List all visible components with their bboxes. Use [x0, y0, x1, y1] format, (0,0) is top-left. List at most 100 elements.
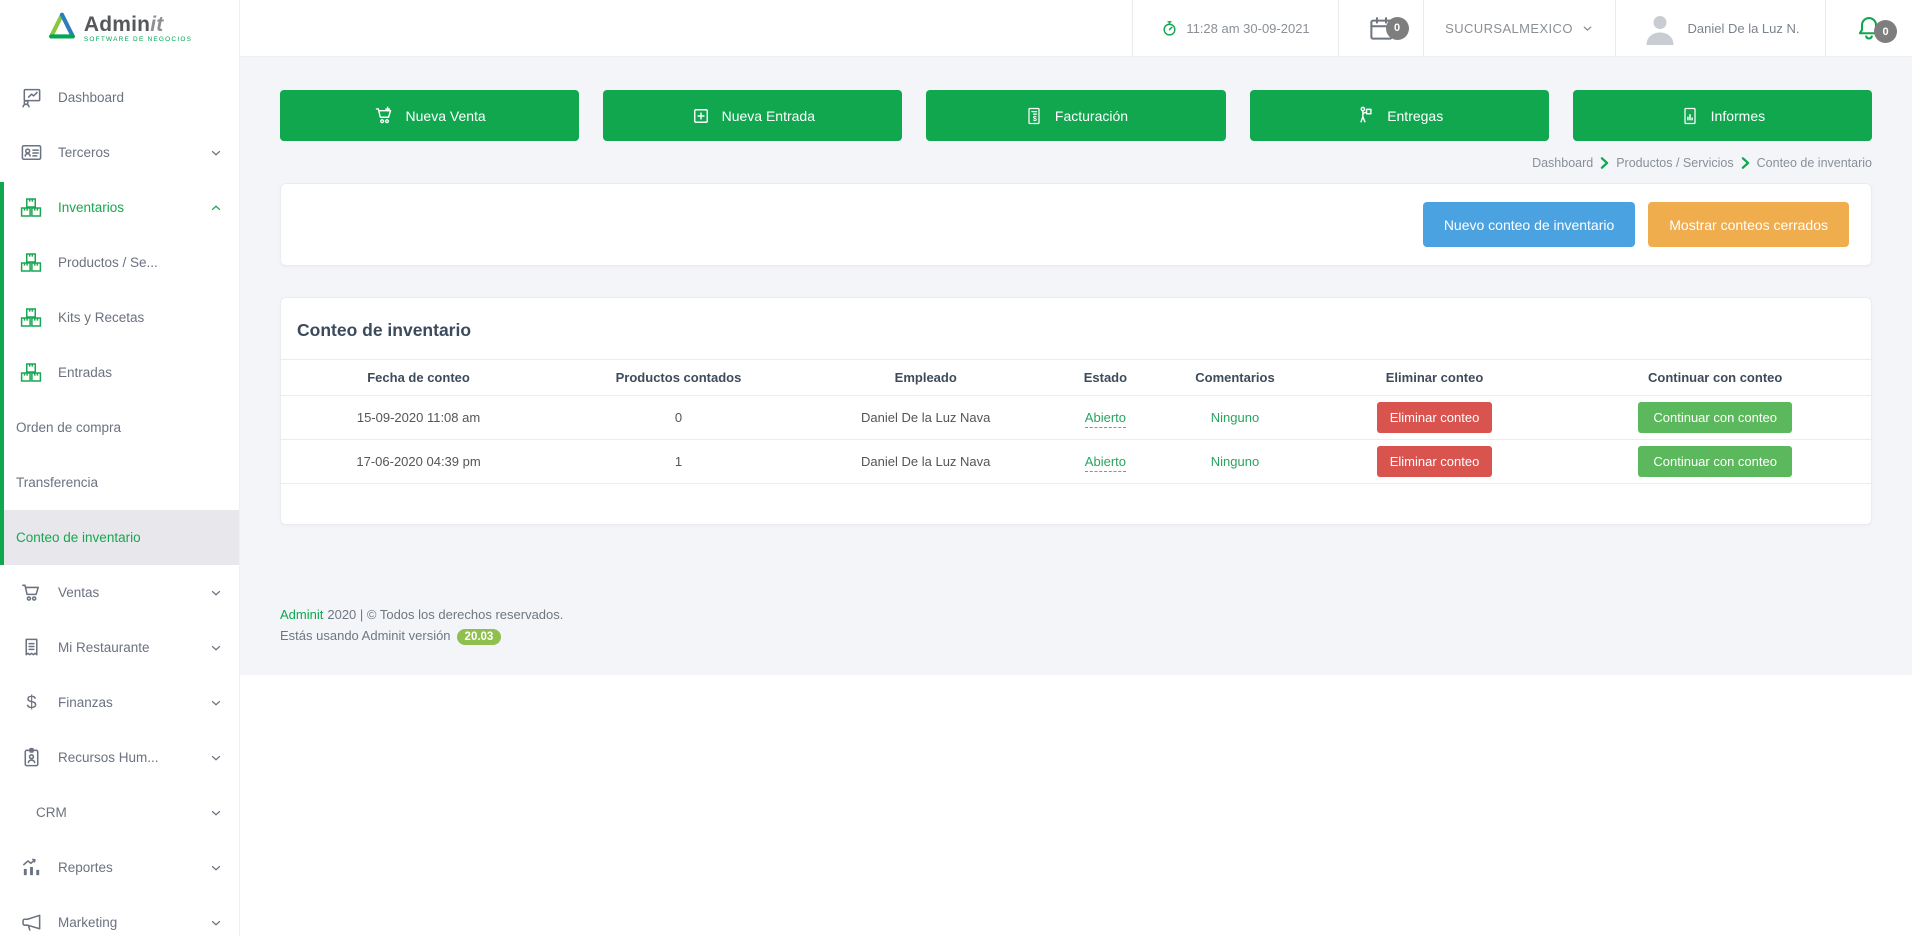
- informes-button[interactable]: Informes: [1573, 90, 1872, 141]
- entregas-button[interactable]: Entregas: [1250, 90, 1549, 141]
- logo-tagline: SOFTWARE DE NEGOCIOS: [84, 37, 192, 44]
- eliminar-conteo-button[interactable]: Eliminar conteo: [1377, 446, 1493, 477]
- footer-brand-link[interactable]: Adminit: [280, 607, 323, 622]
- cell-empleado: Daniel De la Luz Nava: [801, 396, 1051, 440]
- sidebar-item-inventarios[interactable]: Inventarios: [0, 180, 239, 235]
- sidebar-item-label: Mi Restaurante: [58, 640, 150, 655]
- quick-action-label: Entregas: [1387, 108, 1443, 124]
- sidebar-item-marketing[interactable]: Marketing: [0, 895, 239, 950]
- continuar-conteo-button[interactable]: Continuar con conteo: [1638, 446, 1792, 477]
- version-badge: 20.03: [457, 629, 502, 645]
- breadcrumb-chevron-icon: [1600, 157, 1609, 169]
- breadcrumb-chevron-icon: [1741, 157, 1750, 169]
- estado-link[interactable]: Abierto: [1085, 410, 1126, 428]
- id-card-icon: [19, 141, 43, 165]
- boxes-icon: [19, 251, 43, 275]
- sidebar-item-ventas[interactable]: Ventas: [0, 565, 239, 620]
- sidebar-item-dashboard[interactable]: Dashboard: [0, 70, 239, 125]
- chevron-down-icon: [209, 696, 223, 710]
- col-eliminar: Eliminar conteo: [1310, 360, 1560, 396]
- quick-action-label: Nueva Venta: [406, 108, 486, 124]
- id-badge-icon: [19, 746, 43, 770]
- sidebar-item-label: Reportes: [58, 860, 113, 875]
- quick-action-label: Informes: [1711, 108, 1765, 124]
- breadcrumb-conteo-de-inventario[interactable]: Conteo de inventario: [1757, 156, 1872, 170]
- chevron-down-icon: [1581, 22, 1594, 35]
- sidebar-item-productos-servicios[interactable]: Productos / Se...: [0, 235, 239, 290]
- sidebar-item-finanzas[interactable]: $ Finanzas: [0, 675, 239, 730]
- branch-selector[interactable]: SUCURSALMEXICO: [1423, 0, 1615, 56]
- sidebar-item-label: Dashboard: [58, 90, 124, 105]
- app-logo[interactable]: Adminit SOFTWARE DE NEGOCIOS: [0, 0, 239, 57]
- sidebar: Adminit SOFTWARE DE NEGOCIOS Dashboard: [0, 0, 240, 936]
- main-content: Nueva Venta Nueva Entrada $ Facturación: [240, 57, 1912, 675]
- sidebar-item-terceros[interactable]: Terceros: [0, 125, 239, 180]
- bar-chart-icon: [19, 856, 43, 880]
- chevron-down-icon: [209, 146, 223, 160]
- sidebar-item-orden-de-compra[interactable]: Orden de compra: [0, 400, 239, 455]
- avatar: [1642, 10, 1678, 46]
- user-name: Daniel De la Luz N.: [1688, 21, 1800, 36]
- chevron-down-icon: [209, 641, 223, 655]
- quick-actions-row: Nueva Venta Nueva Entrada $ Facturación: [280, 90, 1872, 141]
- delivery-person-icon: [1355, 105, 1376, 126]
- footer-version-text: Estás usando Adminit versión: [280, 628, 451, 643]
- sidebar-item-transferencia[interactable]: Transferencia: [0, 455, 239, 510]
- logo-name: Adminit: [84, 13, 164, 36]
- svg-text:$: $: [1033, 115, 1037, 123]
- col-empleado: Empleado: [801, 360, 1051, 396]
- header-calendar[interactable]: 0: [1338, 0, 1423, 56]
- sidebar-item-label: Transferencia: [16, 475, 98, 490]
- chevron-down-icon: [209, 806, 223, 820]
- table-row: 15-09-2020 11:08 am 0 Daniel De la Luz N…: [281, 396, 1871, 440]
- breadcrumb-productos-servicios[interactable]: Productos / Servicios: [1616, 156, 1733, 170]
- breadcrumb-dashboard[interactable]: Dashboard: [1532, 156, 1593, 170]
- svg-text:$: $: [26, 692, 36, 712]
- col-productos: Productos contados: [556, 360, 801, 396]
- cell-productos: 1: [556, 440, 801, 484]
- nueva-entrada-button[interactable]: Nueva Entrada: [603, 90, 902, 141]
- sidebar-item-label: Recursos Hum...: [58, 750, 159, 765]
- chevron-down-icon: [209, 586, 223, 600]
- active-section-bar: [0, 182, 4, 565]
- cell-fecha: 15-09-2020 11:08 am: [281, 396, 556, 440]
- col-continuar: Continuar con conteo: [1559, 360, 1871, 396]
- comentarios-value: Ninguno: [1211, 454, 1259, 469]
- chevron-down-icon: [209, 861, 223, 875]
- sidebar-item-label: CRM: [36, 805, 67, 820]
- sidebar-item-kits-recetas[interactable]: Kits y Recetas: [0, 290, 239, 345]
- cell-empleado: Daniel De la Luz Nava: [801, 440, 1051, 484]
- mostrar-conteos-cerrados-button[interactable]: Mostrar conteos cerrados: [1648, 202, 1849, 247]
- cart-plus-icon: [374, 105, 395, 126]
- sidebar-item-mi-restaurante[interactable]: Mi Restaurante: [0, 620, 239, 675]
- header-datetime: 11:28 am 30-09-2021: [1132, 0, 1338, 56]
- user-menu[interactable]: Daniel De la Luz N.: [1615, 0, 1825, 56]
- sidebar-item-conteo-de-inventario[interactable]: Conteo de inventario: [0, 510, 239, 565]
- estado-link[interactable]: Abierto: [1085, 454, 1126, 472]
- boxes-icon: [19, 306, 43, 330]
- continuar-conteo-button[interactable]: Continuar con conteo: [1638, 402, 1792, 433]
- notifications[interactable]: 0: [1825, 0, 1912, 56]
- nuevo-conteo-button[interactable]: Nuevo conteo de inventario: [1423, 202, 1635, 247]
- sidebar-item-label: Ventas: [58, 585, 99, 600]
- col-estado: Estado: [1051, 360, 1161, 396]
- footer-line2: Estás usando Adminit versión 20.03: [280, 626, 1872, 647]
- col-fecha: Fecha de conteo: [281, 360, 556, 396]
- eliminar-conteo-button[interactable]: Eliminar conteo: [1377, 402, 1493, 433]
- sidebar-item-entradas[interactable]: Entradas: [0, 345, 239, 400]
- invoice-icon: $: [1024, 106, 1044, 126]
- logo-triangle-icon: [47, 12, 77, 45]
- notifications-badge: 0: [1874, 20, 1897, 43]
- sidebar-item-label: Kits y Recetas: [58, 310, 144, 325]
- sidebar-item-recursos-humanos[interactable]: Recursos Hum...: [0, 730, 239, 785]
- sidebar-item-reportes[interactable]: Reportes: [0, 840, 239, 895]
- megaphone-icon: [19, 911, 43, 935]
- nueva-venta-button[interactable]: Nueva Venta: [280, 90, 579, 141]
- sidebar-item-label: Orden de compra: [16, 420, 121, 435]
- quick-action-label: Facturación: [1055, 108, 1128, 124]
- sidebar-item-crm[interactable]: CRM: [0, 785, 239, 840]
- sidebar-menu: Dashboard Terceros Inven: [0, 57, 239, 950]
- boxes-icon: [19, 196, 43, 220]
- facturacion-button[interactable]: $ Facturación: [926, 90, 1225, 141]
- calendar-badge: 0: [1386, 17, 1409, 40]
